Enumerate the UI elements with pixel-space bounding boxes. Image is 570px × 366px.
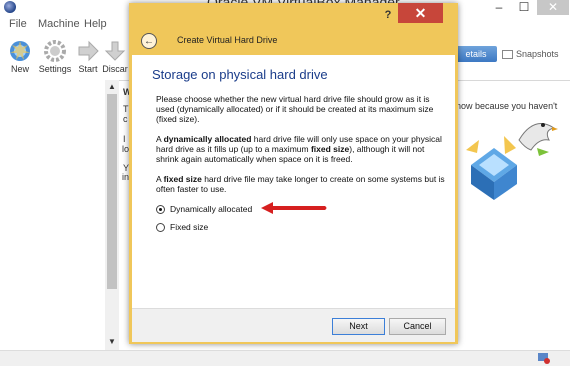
peek-text: T (123, 104, 129, 114)
scroll-up-arrow-icon[interactable]: ▲ (105, 80, 119, 94)
peek-text: I (123, 134, 126, 144)
option-label[interactable]: Dynamically allocated (170, 204, 252, 214)
minimize-button[interactable]: – (488, 0, 510, 15)
radio-button-checked[interactable] (156, 205, 165, 214)
settings-gear-icon (44, 40, 66, 62)
camera-icon (502, 50, 513, 60)
cancel-button[interactable]: Cancel (389, 318, 446, 335)
menu-machine[interactable]: Machine (38, 18, 80, 30)
dialog-title: Create Virtual Hard Drive (177, 35, 278, 45)
manager-close-button[interactable]: ✕ (537, 0, 569, 15)
option-label[interactable]: Fixed size (170, 222, 208, 232)
tab-snapshots[interactable]: Snapshots (502, 46, 570, 62)
next-button[interactable]: Next (332, 318, 385, 335)
vm-list[interactable] (0, 80, 106, 350)
virtualbox-app-icon (4, 1, 16, 13)
radio-button[interactable] (156, 223, 165, 232)
status-bar (0, 350, 570, 366)
dialog-header: ← Create Virtual Hard Drive (132, 27, 455, 55)
peek-text: c (123, 114, 128, 124)
dynamic-description: A dynamically allocated hard drive file … (156, 134, 448, 164)
red-annotation-arrow-icon (261, 202, 327, 214)
fixed-description: A fixed size hard drive file may take lo… (156, 174, 448, 194)
vm-list-scrollbar[interactable]: ▲ ▼ (105, 80, 119, 350)
new-label: New (10, 64, 29, 74)
text-run: A (156, 134, 164, 144)
back-arrow-icon[interactable]: ← (141, 33, 157, 49)
menu-help[interactable]: Help (84, 18, 107, 30)
new-button[interactable]: New (0, 36, 40, 74)
bold-fixed-size: fixed size (163, 174, 202, 184)
page-title: Storage on physical hard drive (152, 67, 328, 82)
dialog-title-bar: ? ✕ (129, 3, 458, 27)
virtualbox-mascot-image (466, 123, 558, 200)
text-run: A (156, 174, 164, 184)
intro-paragraph: Please choose whether the new virtual ha… (156, 94, 434, 124)
start-arrow-icon (78, 40, 99, 62)
discard-arrow-icon (104, 41, 126, 61)
bold-fixed-size: fixed size (310, 144, 350, 154)
network-status-icon (538, 353, 550, 364)
dialog-body: Storage on physical hard drive Please ch… (132, 55, 455, 341)
tab-details[interactable]: etails (455, 46, 497, 62)
create-virtual-hard-drive-dialog: ? ✕ ← Create Virtual Hard Drive Storage … (129, 3, 458, 344)
tab-snapshots-label: Snapshots (516, 49, 559, 59)
maximize-button[interactable]: ☐ (513, 0, 535, 15)
dialog-close-button[interactable]: ✕ (398, 3, 443, 23)
bold-dynamically-allocated: dynamically allocated (163, 134, 252, 144)
peek-text: lo (122, 144, 130, 154)
scroll-thumb[interactable] (107, 94, 117, 289)
dialog-footer: Next Cancel (132, 308, 455, 342)
discard-button[interactable]: Discar (100, 36, 130, 74)
scroll-down-arrow-icon[interactable]: ▼ (105, 335, 119, 349)
discard-label: Discar (102, 64, 128, 74)
peek-text: in (122, 172, 130, 182)
menu-file[interactable]: File (9, 18, 27, 30)
new-icon (10, 41, 30, 61)
help-button[interactable]: ? (380, 7, 396, 23)
